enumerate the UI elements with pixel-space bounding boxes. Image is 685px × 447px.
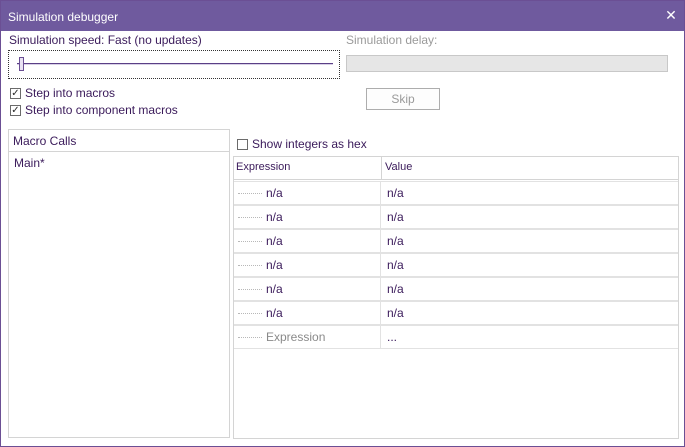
expression-column-header[interactable]: Expression bbox=[236, 161, 290, 173]
simulation-speed-label: Simulation speed: Fast (no updates) bbox=[9, 33, 202, 47]
step-into-component-macros-label: Step into component macros bbox=[25, 103, 178, 117]
tree-connector bbox=[238, 313, 262, 314]
table-row[interactable]: n/a n/a bbox=[234, 253, 678, 277]
expression-cell[interactable]: n/a bbox=[266, 306, 283, 320]
step-into-macros-label: Step into macros bbox=[25, 86, 116, 100]
step-into-component-macros-checkbox[interactable]: ✓ bbox=[10, 104, 21, 116]
cell-divider bbox=[380, 254, 381, 276]
cell-divider bbox=[380, 182, 381, 204]
table-row[interactable]: n/a n/a bbox=[234, 277, 678, 301]
table-row[interactable]: n/a n/a bbox=[234, 181, 678, 205]
table-row[interactable]: n/a n/a bbox=[234, 229, 678, 253]
new-expression-row[interactable]: Expression ... bbox=[234, 325, 678, 349]
expression-cell[interactable]: n/a bbox=[266, 186, 283, 200]
show-integers-hex-checkbox[interactable] bbox=[237, 138, 248, 150]
cell-divider bbox=[380, 326, 381, 348]
macro-calls-header: Macro Calls bbox=[9, 130, 229, 152]
simulation-delay-slider bbox=[346, 55, 668, 72]
tree-connector bbox=[238, 241, 262, 242]
simulation-delay-label: Simulation delay: bbox=[346, 33, 438, 47]
new-value-cell[interactable]: ... bbox=[387, 330, 397, 344]
table-row[interactable]: n/a n/a bbox=[234, 301, 678, 325]
macro-calls-panel: Macro Calls Main* bbox=[8, 129, 230, 438]
tree-connector bbox=[238, 289, 262, 290]
step-into-macros-checkbox[interactable]: ✓ bbox=[10, 87, 21, 99]
expression-cell[interactable]: n/a bbox=[266, 282, 283, 296]
show-integers-hex-label: Show integers as hex bbox=[252, 137, 367, 151]
tree-connector bbox=[238, 217, 262, 218]
value-cell[interactable]: n/a bbox=[387, 306, 404, 320]
slider-thumb[interactable] bbox=[19, 57, 24, 71]
title-bar[interactable]: Simulation debugger ✕ bbox=[1, 1, 684, 31]
value-cell[interactable]: n/a bbox=[387, 210, 404, 224]
value-column-header[interactable]: Value bbox=[385, 161, 412, 173]
step-into-macros-option[interactable]: ✓ Step into macros bbox=[10, 86, 115, 100]
column-divider[interactable] bbox=[381, 157, 382, 179]
expression-cell[interactable]: n/a bbox=[266, 234, 283, 248]
window-title: Simulation debugger bbox=[8, 10, 119, 24]
slider-track bbox=[17, 63, 333, 65]
watch-expressions-grid: Expression Value n/a n/a n/a n/a n/a n/a… bbox=[233, 156, 679, 439]
expression-cell[interactable]: n/a bbox=[266, 258, 283, 272]
show-integers-hex-option[interactable]: Show integers as hex bbox=[237, 137, 367, 151]
value-cell[interactable]: n/a bbox=[387, 282, 404, 296]
simulation-speed-slider[interactable] bbox=[8, 50, 340, 79]
cell-divider bbox=[380, 278, 381, 300]
value-cell[interactable]: n/a bbox=[387, 258, 404, 272]
value-cell[interactable]: n/a bbox=[387, 234, 404, 248]
macro-call-item[interactable]: Main* bbox=[14, 156, 45, 170]
tree-connector bbox=[238, 193, 262, 194]
cell-divider bbox=[380, 206, 381, 228]
skip-button[interactable]: Skip bbox=[366, 88, 440, 110]
table-row[interactable]: n/a n/a bbox=[234, 205, 678, 229]
simulation-debugger-window: Simulation debugger ✕ Simulation speed: … bbox=[0, 0, 685, 447]
close-icon[interactable]: ✕ bbox=[663, 7, 679, 23]
cell-divider bbox=[380, 230, 381, 252]
tree-connector bbox=[238, 265, 262, 266]
tree-connector bbox=[238, 337, 262, 338]
expression-cell[interactable]: n/a bbox=[266, 210, 283, 224]
step-into-component-macros-option[interactable]: ✓ Step into component macros bbox=[10, 103, 178, 117]
grid-header: Expression Value bbox=[234, 157, 678, 180]
cell-divider bbox=[380, 302, 381, 324]
new-expression-cell[interactable]: Expression bbox=[266, 330, 325, 344]
value-cell[interactable]: n/a bbox=[387, 186, 404, 200]
